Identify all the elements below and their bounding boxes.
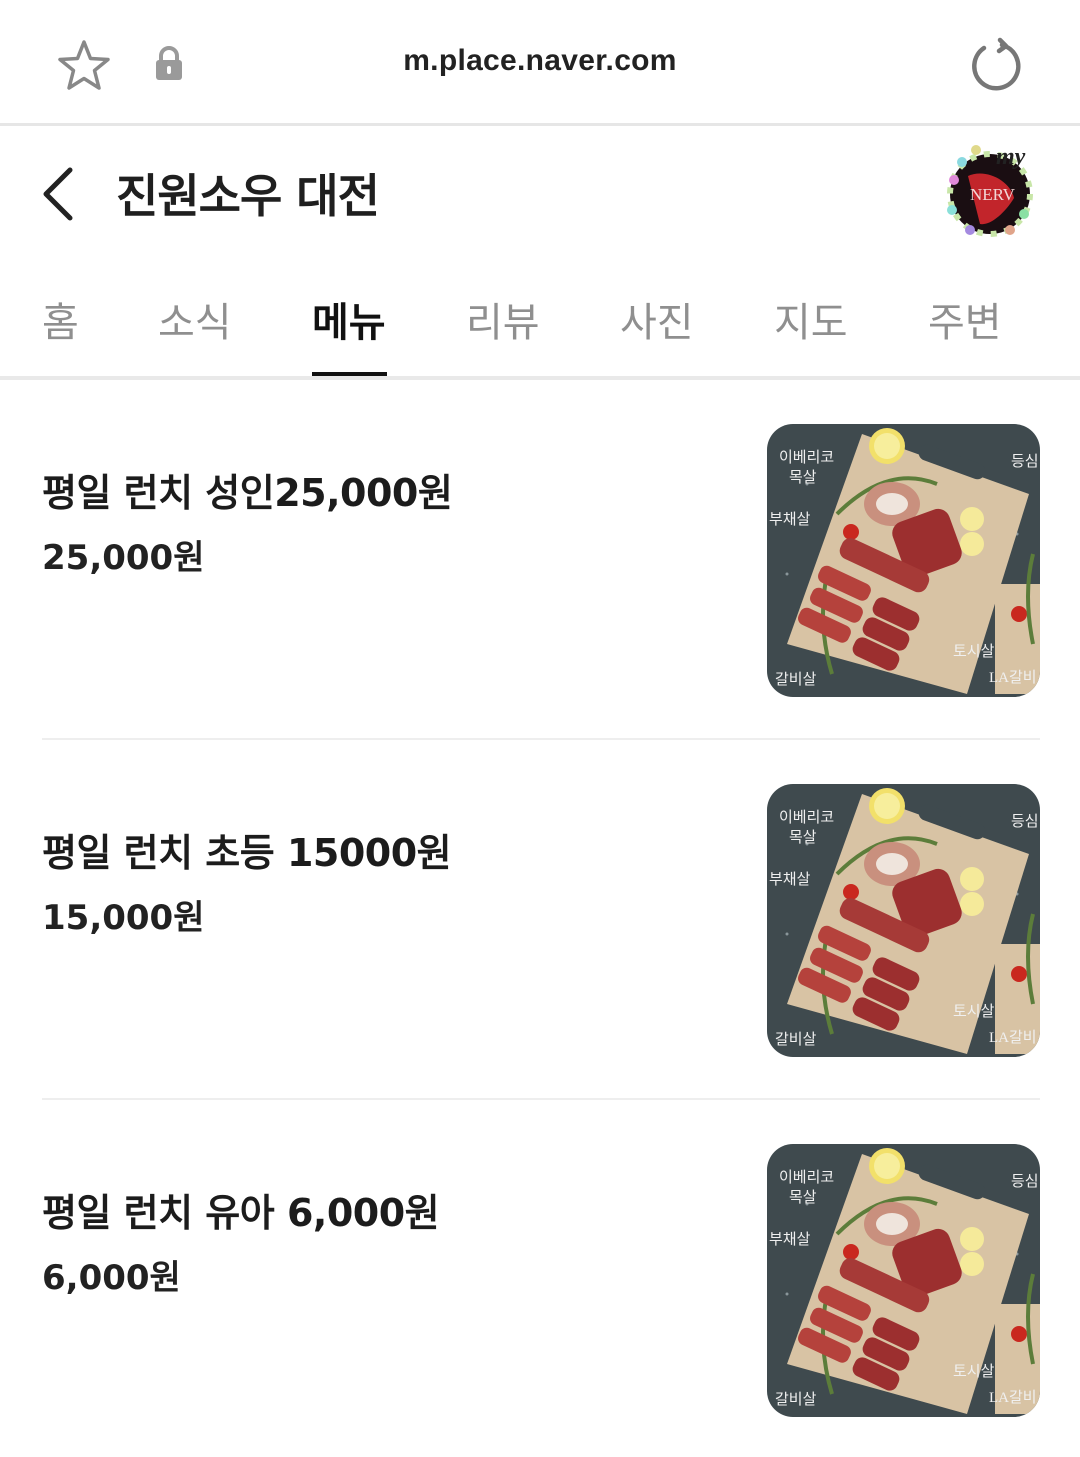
menu-item-photo[interactable]: 이베리코 목살 등심 부채살 토시살 갈비살 LA갈비: [767, 1144, 1040, 1417]
tab-review[interactable]: 리뷰: [466, 290, 540, 348]
svg-text:목살: 목살: [789, 828, 817, 846]
menu-item-price: 15,000원: [42, 898, 205, 938]
menu-item-name: 평일 런치 초등 15000원: [42, 831, 452, 875]
svg-text:이베리코: 이베리코: [779, 808, 834, 826]
svg-text:LA갈비: LA갈비: [989, 1389, 1037, 1406]
tab-nearby[interactable]: 주변: [928, 290, 1002, 348]
svg-text:등심: 등심: [1011, 452, 1039, 470]
svg-text:토시살: 토시살: [953, 642, 995, 660]
svg-text:갈비살: 갈비살: [775, 1030, 817, 1048]
svg-text:LA갈비: LA갈비: [989, 1029, 1037, 1046]
tab-menu[interactable]: 메뉴: [312, 290, 386, 348]
svg-text:목살: 목살: [789, 1188, 817, 1206]
meat-board-image: 이베리코 목살 등심 부채살 토시살 갈비살 LA갈비: [767, 424, 1040, 697]
menu-item-price: 6,000원: [42, 1258, 181, 1298]
reload-icon[interactable]: [966, 36, 1026, 96]
menu-item-price: 25,000원: [42, 538, 205, 578]
svg-text:부채살: 부채살: [769, 510, 811, 528]
browser-address-bar: m.place.naver.com: [0, 0, 1080, 126]
tab-photo[interactable]: 사진: [620, 290, 694, 348]
avatar[interactable]: NERV my: [940, 138, 1046, 244]
menu-item-name: 평일 런치 유아 6,000원: [42, 1191, 440, 1235]
meat-board-image: 이베리코 목살 등심 부채살 토시살 갈비살 LA갈비: [767, 1144, 1040, 1417]
svg-text:등심: 등심: [1011, 1172, 1039, 1190]
active-tab-indicator: [312, 372, 387, 376]
url-text[interactable]: m.place.naver.com: [0, 44, 1080, 78]
menu-item-name: 평일 런치 성인25,000원: [42, 471, 453, 515]
svg-text:갈비살: 갈비살: [775, 1390, 817, 1408]
menu-item-photo[interactable]: 이베리코 목살 등심 부채살 토시살 갈비살 LA갈비: [767, 424, 1040, 697]
tab-news[interactable]: 소식: [158, 290, 232, 348]
svg-text:토시살: 토시살: [953, 1362, 995, 1380]
svg-text:이베리코: 이베리코: [779, 1168, 834, 1186]
svg-text:목살: 목살: [789, 468, 817, 486]
menu-item-photo[interactable]: 이베리코 목살 등심 부채살 토시살 갈비살 LA갈비: [767, 784, 1040, 1057]
menu-item[interactable]: 평일 런치 초등 15000원 15,000원 이베리코 목살 등심 부채살 토…: [42, 740, 1040, 1100]
place-header: 진원소우 대전 NERV my: [0, 128, 1080, 258]
svg-text:NERV: NERV: [970, 185, 1016, 204]
svg-text:LA갈비: LA갈비: [989, 669, 1037, 686]
menu-item[interactable]: 평일 런치 유아 6,000원 6,000원 이베리코 목살 등심 부채살 토시…: [42, 1100, 1040, 1457]
svg-text:부채살: 부채살: [769, 1230, 811, 1248]
svg-text:등심: 등심: [1011, 812, 1039, 830]
back-arrow-icon[interactable]: [36, 162, 84, 226]
tab-map[interactable]: 지도: [774, 290, 848, 348]
svg-text:이베리코: 이베리코: [779, 448, 834, 466]
svg-text:my: my: [996, 144, 1026, 170]
menu-item[interactable]: 평일 런치 성인25,000원 25,000원 이베리코 목살 등심 부채살 토…: [42, 380, 1040, 740]
tab-bar: 홈 소식 메뉴 리뷰 사진 지도 주변: [0, 266, 1080, 380]
tab-home[interactable]: 홈: [42, 290, 79, 348]
meat-board-image: 이베리코 목살 등심 부채살 토시살 갈비살 LA갈비: [767, 784, 1040, 1057]
svg-text:갈비살: 갈비살: [775, 670, 817, 688]
svg-text:토시살: 토시살: [953, 1002, 995, 1020]
svg-text:부채살: 부채살: [769, 870, 811, 888]
page-title: 진원소우 대전: [116, 169, 380, 223]
